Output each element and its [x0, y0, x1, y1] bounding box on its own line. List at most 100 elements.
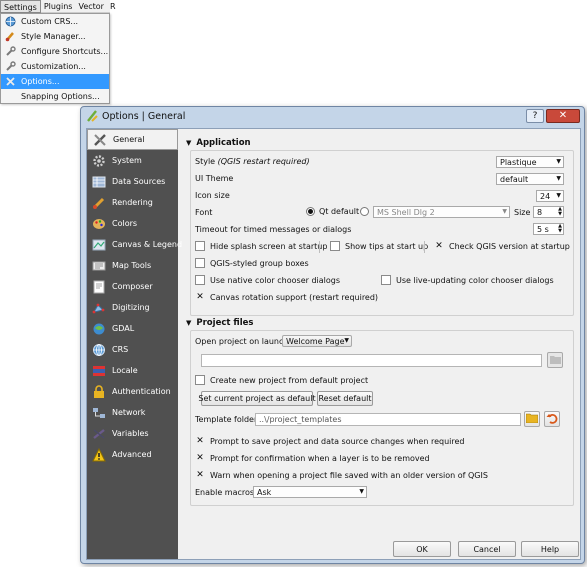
sidebar-item-network[interactable]: Network	[87, 402, 178, 423]
sidebar-item-authentication[interactable]: Authentication	[87, 381, 178, 402]
spin-arrows-icon: ▲ ▼	[558, 223, 562, 234]
checkmark-icon: ✕	[196, 291, 204, 302]
sidebar-item-crs[interactable]: CRS	[87, 339, 178, 360]
live-color-chooser-checkbox[interactable]: Use live-updating color chooser dialogs	[381, 275, 554, 285]
ui-theme-combo[interactable]: default ▼	[496, 173, 564, 185]
ui-theme-label: UI Theme	[195, 174, 234, 183]
options-content: ▼ Application Style (QGIS restart requir…	[178, 129, 580, 559]
sidebar-item-rendering[interactable]: Rendering	[87, 192, 178, 213]
sidebar-item-locale[interactable]: Locale	[87, 360, 178, 381]
table-icon	[92, 175, 106, 189]
icon-size-combo[interactable]: 24 ▼	[536, 190, 564, 202]
sidebar-item-system[interactable]: System	[87, 150, 178, 171]
font-size-label: Size	[514, 208, 531, 217]
prompt-remove-layer-checkbox[interactable]: ✕ Prompt for confirmation when a layer is…	[195, 453, 429, 463]
menu-item-custom-crs[interactable]: Custom CRS...	[1, 14, 109, 29]
icon-size-label: Icon size	[195, 191, 230, 200]
separator	[424, 241, 425, 253]
show-tips-checkbox[interactable]: Show tips at start up	[330, 241, 428, 251]
sidebar-item-digitizing[interactable]: Digitizing	[87, 297, 178, 318]
network-icon	[92, 406, 106, 420]
gear-icon	[92, 154, 106, 168]
reset-template-button[interactable]	[544, 411, 560, 427]
collapse-arrow-icon: ▼	[186, 319, 192, 327]
help-button[interactable]: Help	[521, 541, 579, 557]
menu-raster[interactable]: R	[107, 0, 119, 13]
font-custom-radio[interactable]	[360, 207, 373, 216]
style-label: Style (QGIS restart required)	[195, 157, 310, 166]
project-files-group-header[interactable]: ▼ Project files	[186, 318, 253, 328]
dropdown-arrow-icon: ▼	[556, 175, 561, 182]
font-family-combo[interactable]: MS Shell Dlg 2 ▼	[373, 206, 510, 218]
options-dialog: Options | General ? ✕ General System Dat…	[80, 106, 585, 564]
warning-icon	[92, 447, 106, 462]
warn-older-version-checkbox[interactable]: ✕ Warn when opening a project file saved …	[195, 470, 488, 480]
font-label: Font	[195, 208, 213, 217]
checkmark-icon: ✕	[196, 435, 204, 446]
menu-vector[interactable]: Vector	[75, 0, 107, 13]
template-folder-field[interactable]: ..\/project_templates	[255, 413, 521, 426]
wrench-icon	[5, 61, 16, 72]
application-group-header[interactable]: ▼ Application	[186, 138, 251, 148]
native-color-chooser-checkbox[interactable]: Use native color chooser dialogs	[195, 275, 340, 285]
gdal-icon	[92, 322, 106, 336]
dialog-titlebar[interactable]: Options | General ? ✕	[81, 107, 584, 126]
palette-icon	[92, 217, 106, 231]
tools-icon	[93, 133, 107, 147]
style-combo[interactable]: Plastique ▼	[496, 156, 564, 168]
checkmark-icon: ✕	[196, 469, 204, 480]
template-folder-label: Template folder	[195, 415, 258, 424]
timeout-spinbox[interactable]: 5 s ▲ ▼	[533, 223, 564, 235]
set-current-default-button[interactable]: Set current project as default	[198, 391, 316, 406]
menu-settings[interactable]: Settings	[0, 0, 41, 13]
font-size-spinbox[interactable]: 8 ▲ ▼	[533, 206, 564, 218]
menu-item-style-manager[interactable]: Style Manager...	[1, 29, 109, 44]
sidebar-item-composer[interactable]: Composer	[87, 276, 178, 297]
open-on-launch-combo[interactable]: Welcome Page ▼	[282, 335, 352, 347]
menu-item-snapping-options[interactable]: Snapping Options...	[1, 89, 109, 104]
hide-splash-checkbox[interactable]: Hide splash screen at startup	[195, 241, 327, 251]
menu-item-configure-shortcuts[interactable]: Configure Shortcuts...	[1, 44, 109, 59]
ok-button[interactable]: OK	[393, 541, 451, 557]
create-from-default-checkbox[interactable]: Create new project from default project	[195, 375, 368, 385]
digitizing-icon	[92, 301, 106, 315]
sidebar-item-canvas-legend[interactable]: Canvas & Legend	[87, 234, 182, 255]
browse-project-button[interactable]	[547, 352, 563, 368]
brush-icon	[5, 31, 16, 42]
dropdown-arrow-icon: ▼	[344, 337, 349, 344]
menu-item-options[interactable]: Options...	[1, 74, 109, 89]
open-on-launch-label: Open project on launch	[195, 337, 289, 346]
check-version-checkbox[interactable]: ✕ Check QGIS version at startup	[434, 241, 570, 251]
reset-default-button[interactable]: Reset default	[317, 391, 373, 406]
close-button[interactable]: ✕	[546, 109, 580, 123]
sidebar-item-colors[interactable]: Colors	[87, 213, 178, 234]
open-project-path-field[interactable]	[201, 354, 542, 367]
qgis-logo-icon	[86, 109, 98, 124]
dropdown-arrow-icon: ▼	[556, 158, 561, 165]
undo-icon	[546, 412, 558, 426]
font-qt-default-radio[interactable]: Qt default	[306, 207, 359, 216]
menu-item-customization[interactable]: Customization...	[1, 59, 109, 74]
lock-icon	[92, 384, 106, 399]
sidebar-item-gdal[interactable]: GDAL	[87, 318, 178, 339]
options-sidebar: General System Data Sources Rendering Co…	[87, 129, 182, 559]
canvas-rotation-checkbox[interactable]: ✕ Canvas rotation support (restart requir…	[195, 292, 378, 302]
menu-plugins[interactable]: Plugins	[41, 0, 76, 13]
wrench-icon	[5, 46, 16, 57]
sidebar-item-data-sources[interactable]: Data Sources	[87, 171, 178, 192]
browse-template-button[interactable]	[524, 411, 540, 427]
composer-icon	[92, 280, 106, 294]
sidebar-item-variables[interactable]: Variables	[87, 423, 178, 444]
map-tools-icon	[92, 259, 106, 273]
sidebar-item-map-tools[interactable]: Map Tools	[87, 255, 178, 276]
canvas-icon	[92, 238, 106, 252]
settings-menu: Custom CRS... Style Manager... Configure…	[0, 13, 110, 104]
sidebar-item-advanced[interactable]: Advanced	[87, 444, 178, 465]
sidebar-item-general[interactable]: General	[87, 129, 178, 150]
enable-macros-label: Enable macros	[195, 488, 255, 497]
enable-macros-combo[interactable]: Ask ▼	[253, 486, 367, 498]
cancel-button[interactable]: Cancel	[458, 541, 516, 557]
help-button-titlebar[interactable]: ?	[526, 109, 544, 123]
styled-group-boxes-checkbox[interactable]: QGIS-styled group boxes	[195, 258, 309, 268]
prompt-save-checkbox[interactable]: ✕ Prompt to save project and data source …	[195, 436, 464, 446]
